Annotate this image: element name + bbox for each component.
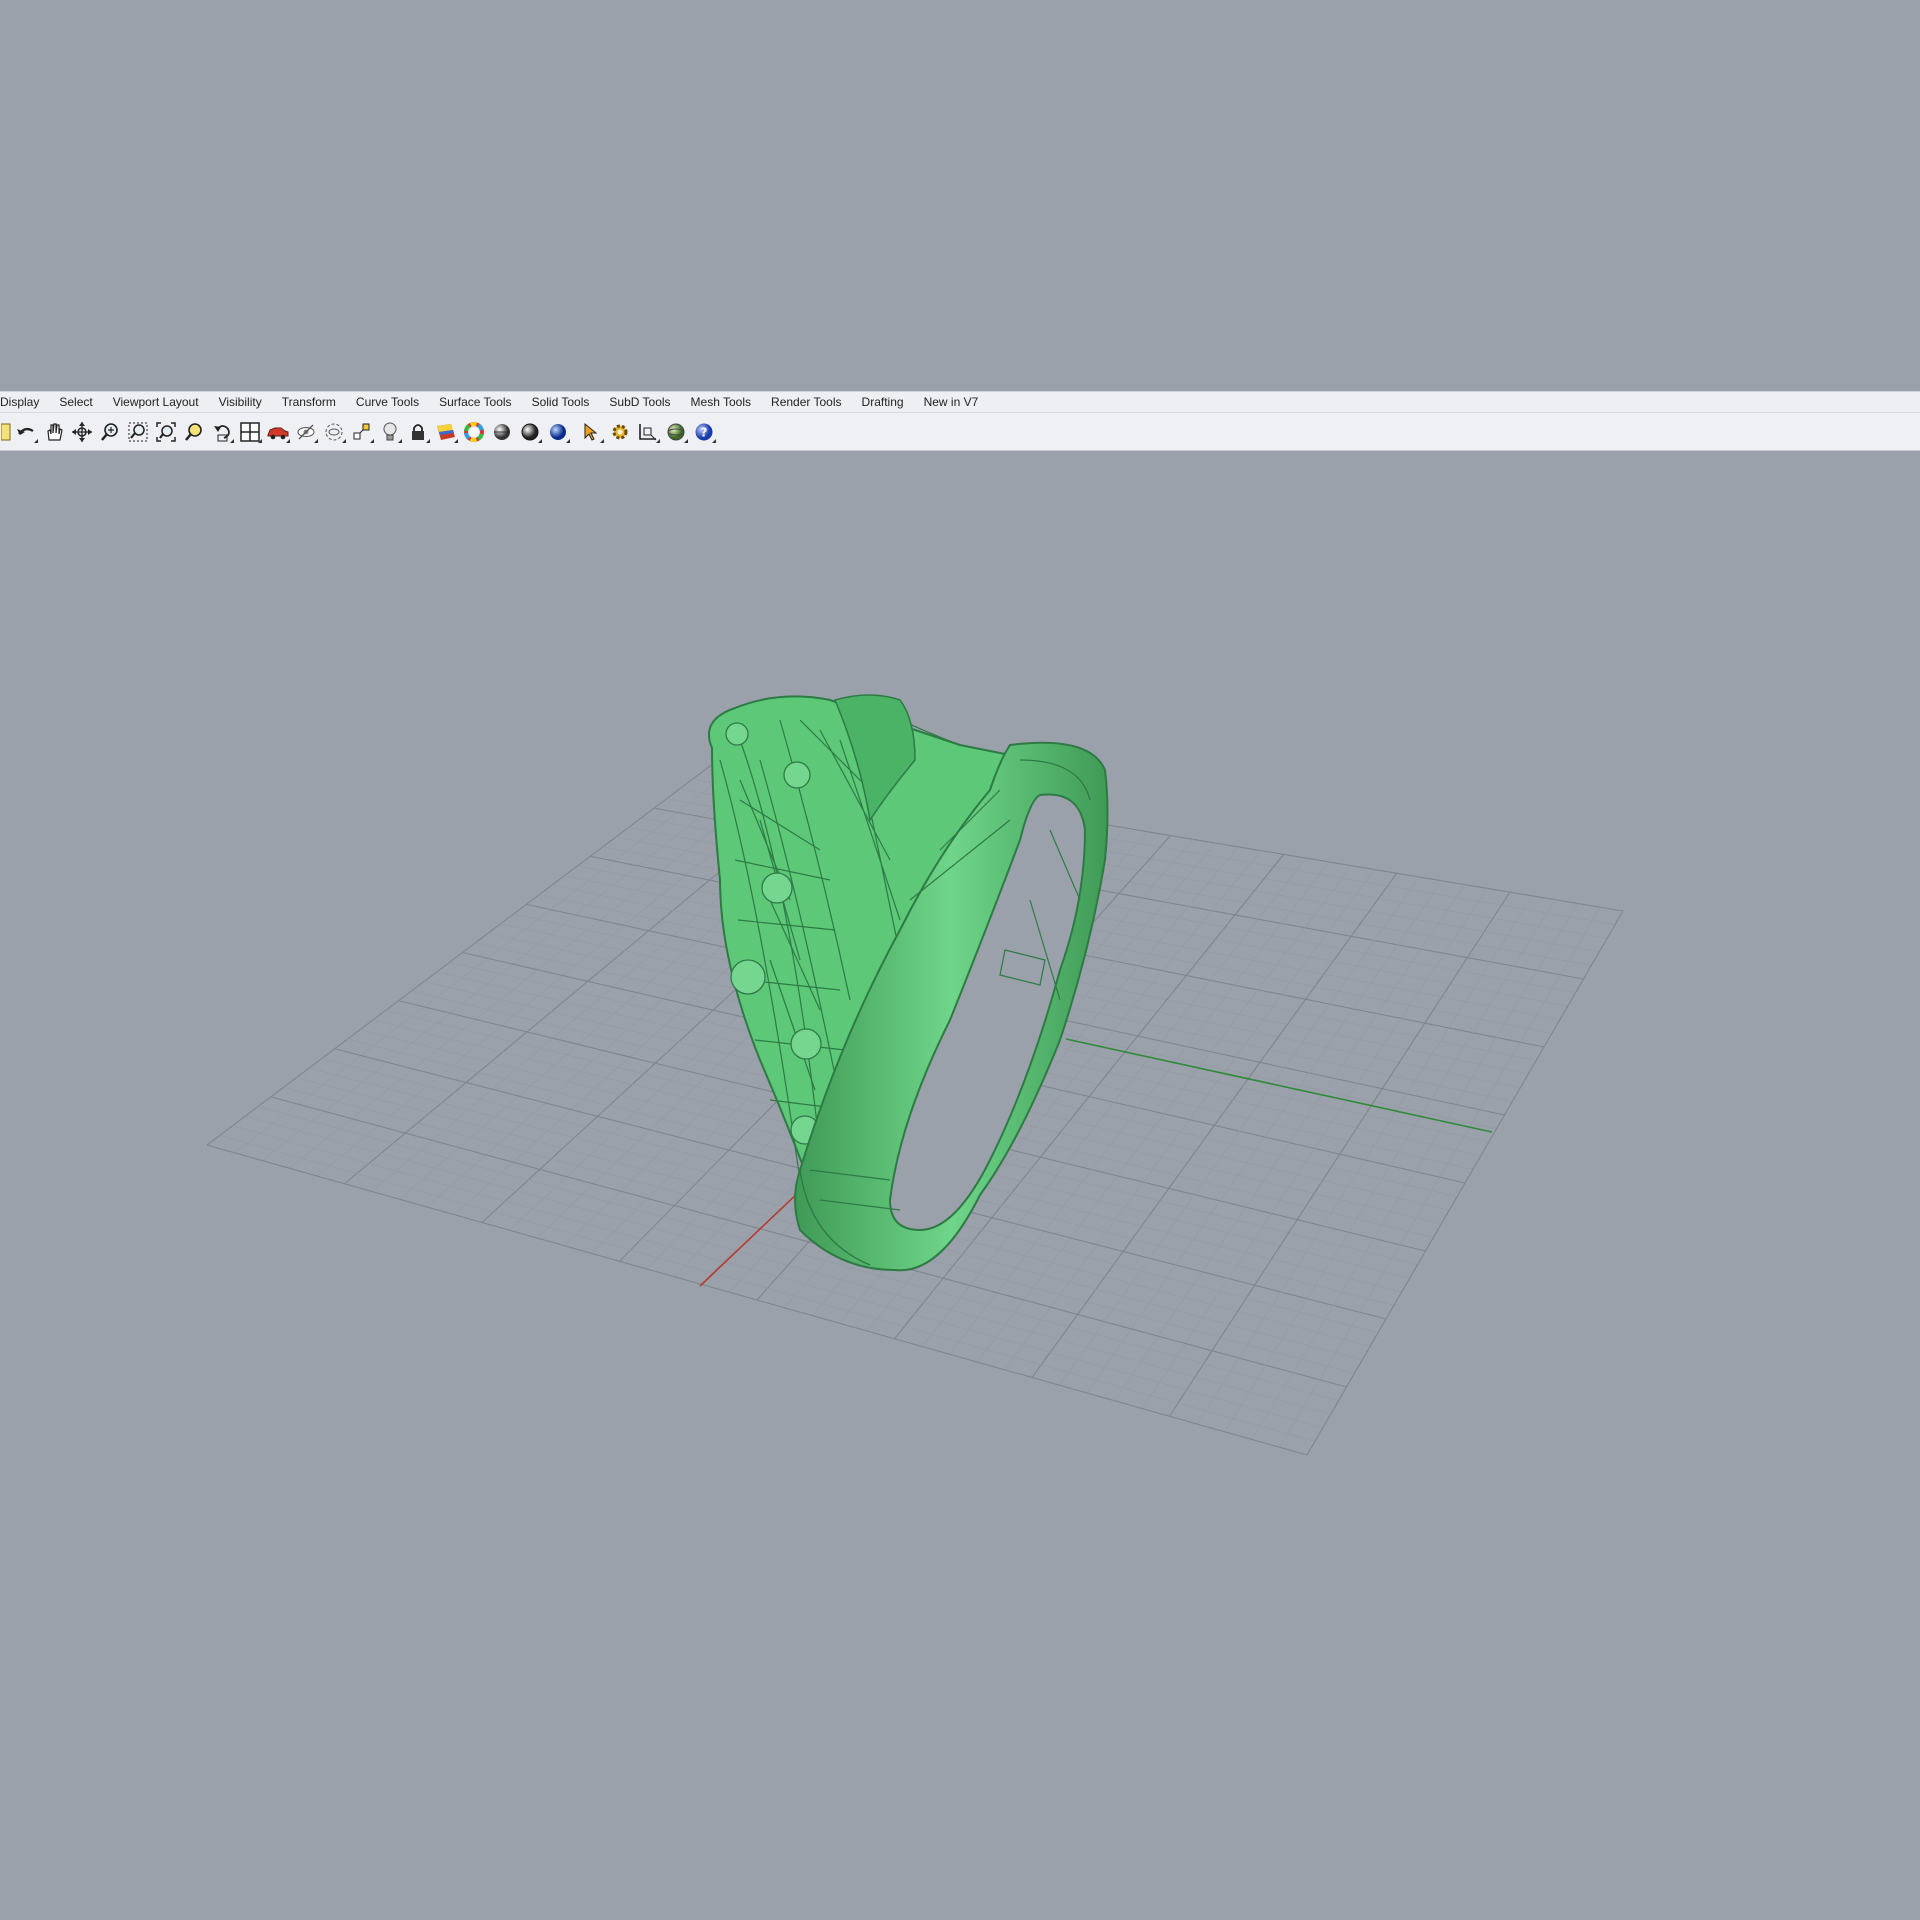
tab-viewport-layout[interactable]: Viewport Layout bbox=[103, 392, 209, 412]
car-named-view-icon[interactable] bbox=[264, 418, 292, 446]
gumball-icon[interactable] bbox=[634, 418, 662, 446]
y-axis-line bbox=[1065, 1038, 1493, 1133]
tab-subd-tools[interactable]: SubD Tools bbox=[599, 392, 680, 412]
grid-line bbox=[245, 1115, 1331, 1415]
viewport-canvas bbox=[206, 694, 1624, 1456]
layer-color-icon[interactable] bbox=[432, 418, 460, 446]
tab-render-tools[interactable]: Render Tools bbox=[761, 392, 852, 412]
rotate-view-icon[interactable] bbox=[68, 418, 96, 446]
tab-visibility[interactable]: Visibility bbox=[209, 392, 272, 412]
select-filter-icon[interactable] bbox=[348, 418, 376, 446]
zoom-selected-icon[interactable] bbox=[180, 418, 208, 446]
tab-new-in-v7[interactable]: New in V7 bbox=[914, 392, 989, 412]
hide-objects-icon[interactable] bbox=[292, 418, 320, 446]
color-wheel-icon[interactable] bbox=[460, 418, 488, 446]
tab-select[interactable]: Select bbox=[49, 392, 102, 412]
tab-mesh-tools[interactable]: Mesh Tools bbox=[681, 392, 761, 412]
help-icon[interactable]: ? bbox=[690, 418, 718, 446]
tab-solid-tools[interactable]: Solid Tools bbox=[522, 392, 600, 412]
undo-view-icon[interactable] bbox=[208, 418, 236, 446]
light-bulb-icon[interactable] bbox=[376, 418, 404, 446]
ring-model bbox=[707, 694, 1109, 1272]
shaded-sphere-icon[interactable] bbox=[488, 418, 516, 446]
show-objects-icon[interactable] bbox=[320, 418, 348, 446]
lock-icon[interactable] bbox=[404, 418, 432, 446]
ribbon-tab-bar: Display Select Viewport Layout Visibilit… bbox=[0, 391, 1920, 413]
perspective-viewport[interactable] bbox=[0, 452, 1920, 1920]
zoom-extents-icon[interactable] bbox=[152, 418, 180, 446]
zoom-icon[interactable] bbox=[96, 418, 124, 446]
grid-line bbox=[1169, 891, 1511, 1417]
tab-curve-tools[interactable]: Curve Tools bbox=[346, 392, 429, 412]
tab-display[interactable]: Display bbox=[0, 392, 49, 412]
tab-surface-tools[interactable]: Surface Tools bbox=[429, 392, 522, 412]
main-toolbar: ? bbox=[0, 413, 1920, 451]
pan-hand-icon[interactable] bbox=[40, 418, 68, 446]
tab-transform[interactable]: Transform bbox=[272, 392, 346, 412]
cursor-options-icon[interactable] bbox=[578, 418, 606, 446]
zoom-window-icon[interactable] bbox=[124, 418, 152, 446]
new-file-icon[interactable] bbox=[0, 418, 12, 446]
tab-drafting[interactable]: Drafting bbox=[852, 392, 914, 412]
grid-line bbox=[1279, 907, 1601, 1448]
four-viewports-icon[interactable] bbox=[236, 418, 264, 446]
undo-icon[interactable] bbox=[12, 418, 40, 446]
grid-line bbox=[1306, 910, 1624, 1456]
svg-text:?: ? bbox=[701, 425, 708, 439]
blue-sphere-icon[interactable] bbox=[544, 418, 572, 446]
render-globe-icon[interactable] bbox=[662, 418, 690, 446]
settings-gear-icon[interactable] bbox=[606, 418, 634, 446]
rendered-sphere-icon[interactable] bbox=[516, 418, 544, 446]
grid-line bbox=[206, 1144, 1308, 1456]
